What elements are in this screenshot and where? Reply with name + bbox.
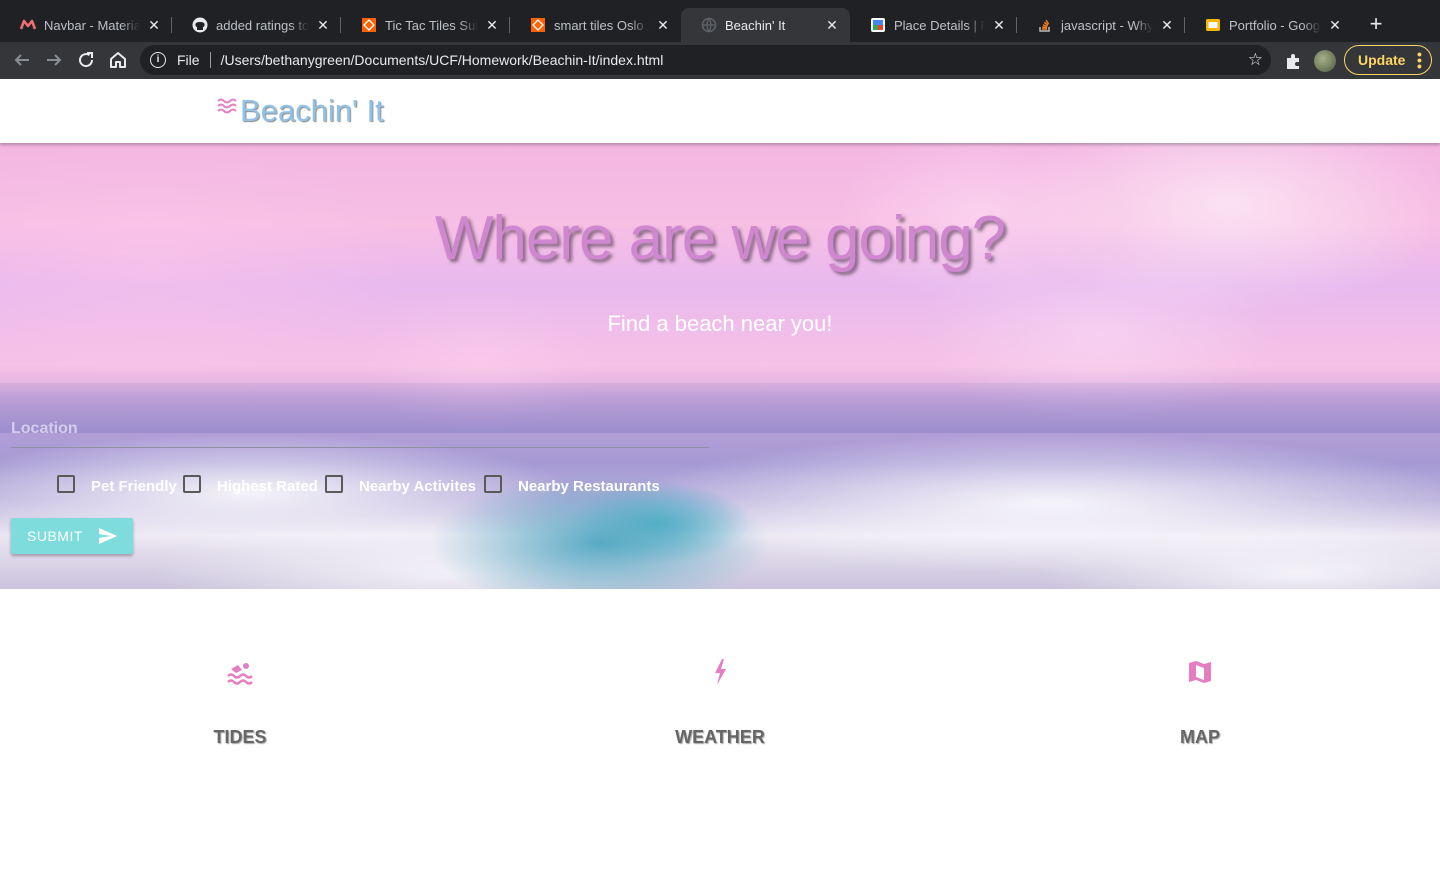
- submit-button[interactable]: SUBMIT: [11, 518, 133, 554]
- url-scheme-label: File: [177, 52, 200, 68]
- address-bar[interactable]: i File /Users/bethanygreen/Documents/UCF…: [140, 45, 1271, 75]
- tab-navbar-materialize[interactable]: Navbar - Materializ ✕: [0, 8, 172, 42]
- tab-title: smart tiles Oslo 22: [554, 17, 649, 33]
- close-icon[interactable]: ✕: [1327, 17, 1343, 33]
- close-icon[interactable]: ✕: [824, 17, 840, 33]
- close-icon[interactable]: ✕: [146, 17, 162, 33]
- hero-section: Where are we going? Find a beach near yo…: [0, 143, 1440, 589]
- tab-title: Portfolio - Google: [1229, 17, 1321, 33]
- brand-logo[interactable]: Beachin' It: [217, 93, 384, 129]
- filter-label-nearby-activities[interactable]: Nearby Activites: [359, 478, 476, 495]
- home-icon[interactable]: [106, 48, 130, 72]
- tab-title: Tic Tac Tiles Subw: [385, 17, 478, 33]
- tab-tic-tac-tiles[interactable]: Tic Tac Tiles Subw ✕: [341, 8, 510, 42]
- map-icon: [1189, 661, 1211, 683]
- extensions-puzzle-icon[interactable]: [1284, 51, 1304, 71]
- hero-subtitle: Find a beach near you!: [607, 311, 833, 336]
- plus-icon[interactable]: +: [1364, 12, 1388, 36]
- home-depot-icon: [530, 17, 546, 33]
- checkbox-nearby-activities[interactable]: [325, 475, 343, 493]
- checkbox-highest-rated[interactable]: [183, 475, 201, 493]
- send-icon: [99, 528, 117, 544]
- profile-avatar[interactable]: [1314, 50, 1336, 72]
- tab-beachin-it[interactable]: Beachin' It ✕: [681, 8, 850, 42]
- tab-smart-tiles[interactable]: smart tiles Oslo 22 ✕: [510, 8, 681, 42]
- address-divider: [209, 52, 211, 68]
- home-depot-icon: [361, 17, 377, 33]
- checkbox-nearby-restaurants[interactable]: [484, 475, 502, 493]
- back-arrow-icon[interactable]: [10, 48, 34, 72]
- browser-toolbar: i File /Users/bethanygreen/Documents/UCF…: [0, 42, 1440, 79]
- filter-label-highest-rated[interactable]: Highest Rated: [217, 478, 318, 495]
- tab-portfolio-google[interactable]: Portfolio - Google ✕: [1185, 8, 1353, 42]
- site-navbar: Beachin' It: [0, 79, 1440, 143]
- tab-title: added ratings to a: [216, 17, 309, 33]
- feature-label-weather: WEATHER: [675, 727, 765, 747]
- location-input[interactable]: [11, 410, 709, 447]
- reload-icon[interactable]: [74, 48, 98, 72]
- update-button[interactable]: Update • • •: [1344, 45, 1432, 75]
- browser-tab-strip: Navbar - Materializ ✕ added ratings to a…: [0, 0, 1440, 42]
- more-vertical-icon[interactable]: • • •: [1417, 47, 1422, 73]
- submit-label: SUBMIT: [27, 528, 83, 544]
- feature-label-map: MAP: [1180, 727, 1220, 747]
- google-slides-icon: [1205, 17, 1221, 33]
- tab-title: Navbar - Materializ: [44, 17, 140, 33]
- filter-label-nearby-restaurants[interactable]: Nearby Restaurants: [518, 478, 660, 495]
- info-icon[interactable]: i: [150, 52, 166, 68]
- tab-title: javascript - Why is: [1061, 17, 1153, 33]
- feature-tides[interactable]: TIDES: [140, 657, 340, 748]
- swimmer-icon: [227, 663, 253, 685]
- tab-github[interactable]: added ratings to a ✕: [172, 8, 341, 42]
- update-label: Update: [1358, 52, 1406, 68]
- close-icon[interactable]: ✕: [655, 17, 671, 33]
- feature-map[interactable]: MAP: [1100, 657, 1300, 748]
- github-icon: [192, 17, 208, 33]
- star-icon[interactable]: ☆: [1248, 50, 1263, 70]
- tab-stackoverflow[interactable]: javascript - Why is ✕: [1017, 8, 1185, 42]
- stackoverflow-icon: [1037, 17, 1053, 33]
- globe-icon: [701, 17, 717, 33]
- location-field[interactable]: [11, 410, 709, 448]
- checkbox-pet-friendly[interactable]: [57, 475, 75, 493]
- close-icon[interactable]: ✕: [1159, 17, 1175, 33]
- url-text[interactable]: /Users/bethanygreen/Documents/UCF/Homewo…: [221, 52, 664, 68]
- tab-place-details[interactable]: Place Details | Pl ✕: [850, 8, 1017, 42]
- bolt-icon: [715, 659, 726, 685]
- close-icon[interactable]: ✕: [991, 17, 1007, 33]
- google-maps-platform-icon: [870, 17, 886, 33]
- hero-title: Where are we going?: [434, 204, 1006, 273]
- filter-label-pet-friendly[interactable]: Pet Friendly: [91, 478, 177, 495]
- close-icon[interactable]: ✕: [484, 17, 500, 33]
- feature-label-tides: TIDES: [213, 727, 267, 747]
- close-icon[interactable]: ✕: [315, 17, 331, 33]
- materialize-icon: [19, 17, 37, 33]
- tab-title: Place Details | Pl: [894, 17, 985, 33]
- brand-name: Beachin' It: [240, 93, 384, 128]
- waves-icon: [217, 98, 237, 114]
- tab-title: Beachin' It: [725, 17, 786, 33]
- feature-weather[interactable]: WEATHER: [620, 657, 820, 748]
- forward-arrow-icon[interactable]: [42, 48, 66, 72]
